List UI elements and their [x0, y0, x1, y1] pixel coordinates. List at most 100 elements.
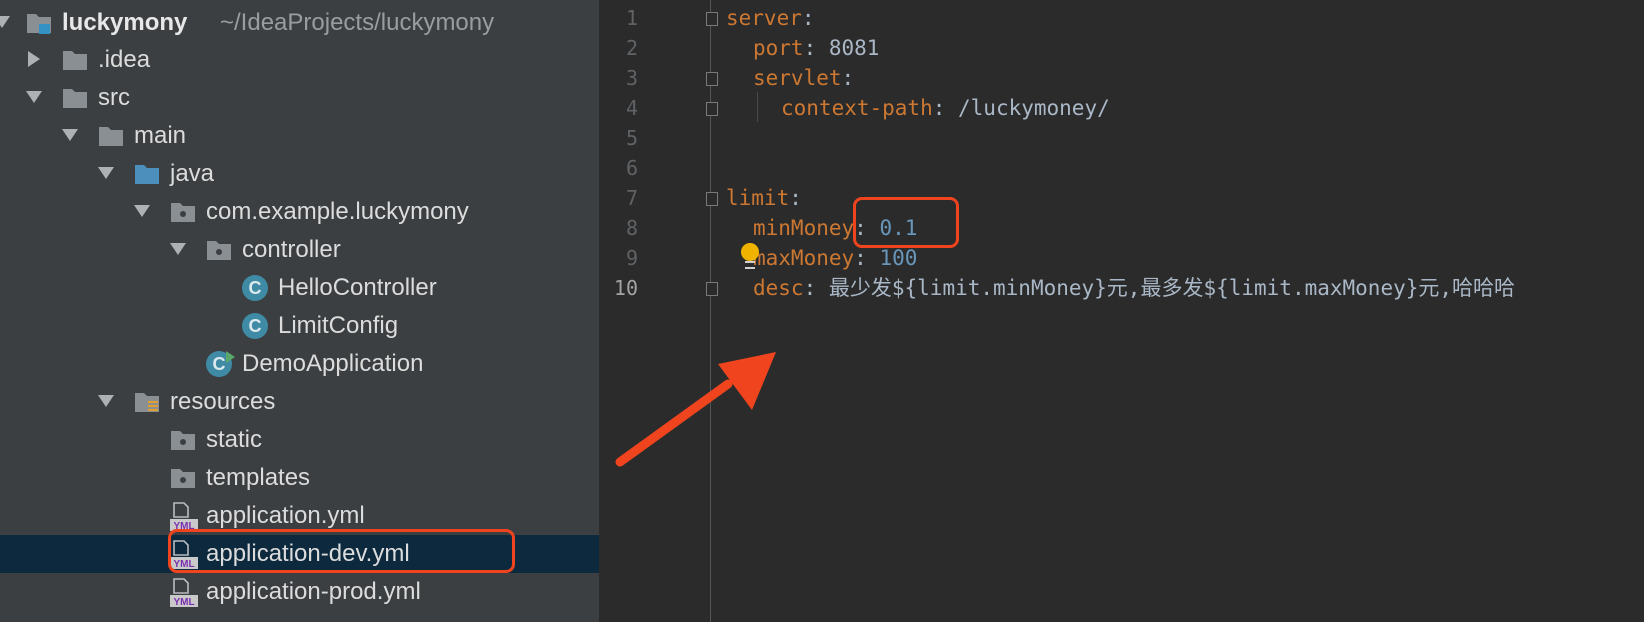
tree-item-label: templates: [206, 464, 311, 491]
lightbulb-base: [745, 261, 755, 269]
yaml-number: 100: [879, 246, 918, 270]
tree-item-label: resources: [170, 388, 276, 415]
tree-item-package-luckymony[interactable]: com.example.luckymony: [0, 193, 599, 231]
line-number: 7: [625, 186, 638, 210]
run-badge-icon: [226, 351, 235, 363]
code-line-3[interactable]: servlet:: [753, 63, 854, 93]
yaml-value: /luckymoney/: [958, 96, 1110, 120]
yaml-colon: :: [854, 246, 880, 270]
yaml-key: servlet: [753, 66, 842, 90]
tree-item-label: application.yml: [206, 502, 365, 529]
tree-item-label: src: [98, 84, 130, 111]
project-name: luckymony: [62, 9, 188, 36]
tree-item-java[interactable]: java: [0, 155, 599, 193]
tree-item-label: LimitConfig: [278, 312, 399, 339]
folder-icon: [63, 51, 87, 70]
gutter-separator: [710, 0, 711, 622]
tree-item-label: application-prod.yml: [206, 578, 421, 605]
yaml-key: minMoney: [753, 216, 855, 240]
yaml-key: context-path: [781, 96, 933, 120]
code-line-10[interactable]: desc: 最少发${limit.minMoney}元,最多发${limit.m…: [753, 273, 1515, 303]
line-number: 8: [625, 216, 638, 240]
chevron-down-icon[interactable]: [134, 205, 150, 217]
tree-item-label: HelloController: [278, 274, 437, 301]
lightbulb-icon[interactable]: [741, 243, 759, 261]
yaml-key: limit: [726, 186, 790, 210]
tree-item-templates[interactable]: templates: [0, 459, 599, 497]
line-number: 5: [625, 126, 638, 150]
fold-marker-icon[interactable]: [706, 72, 718, 86]
chevron-down-icon[interactable]: [98, 167, 114, 179]
package-icon: [207, 241, 231, 260]
chevron-right-icon[interactable]: [28, 51, 40, 67]
tree-item-label: static: [206, 426, 263, 453]
code-line-7[interactable]: limit:: [726, 183, 802, 213]
tree-item-main[interactable]: main: [0, 117, 599, 155]
class-icon: C: [242, 275, 268, 301]
annotation-highlight-box: [853, 197, 959, 248]
tree-item-label: .idea: [98, 46, 151, 73]
chevron-down-icon[interactable]: [26, 91, 42, 103]
chevron-down-icon[interactable]: [0, 16, 10, 28]
tree-root-luckymony[interactable]: luckymony ~/IdeaProjects/luckymony: [0, 4, 599, 42]
yaml-key: maxMoney: [753, 246, 855, 270]
yaml-value: 8081: [828, 36, 880, 60]
tree-item-label: com.example.luckymony: [206, 198, 469, 225]
indent-guide: [757, 92, 758, 122]
chevron-down-icon[interactable]: [62, 129, 78, 141]
yaml-colon: :: [841, 66, 855, 90]
yaml-colon: :: [932, 96, 959, 120]
class-icon: C: [242, 313, 268, 339]
chevron-down-icon[interactable]: [98, 395, 114, 407]
line-number: 6: [625, 156, 638, 180]
tree-item-label: controller: [242, 236, 341, 263]
tree-item-resources[interactable]: resources: [0, 383, 599, 421]
yaml-colon: :: [789, 186, 802, 210]
folder-icon: [171, 469, 195, 488]
fold-marker-icon[interactable]: [706, 12, 718, 26]
yml-file-icon: YML: [170, 578, 198, 608]
folder-icon: [99, 127, 123, 146]
line-number: 3: [625, 66, 638, 90]
annotation-arrow-icon: [615, 352, 776, 467]
package-icon: [171, 203, 195, 222]
project-path: ~/IdeaProjects/luckymony: [220, 9, 495, 36]
line-number-current: 10: [613, 276, 638, 300]
tree-item-src[interactable]: src: [0, 79, 599, 117]
line-number: 9: [625, 246, 638, 270]
code-line-2[interactable]: port: 8081: [753, 33, 879, 63]
annotation-highlight-box: [168, 529, 515, 573]
yaml-colon: :: [803, 36, 829, 60]
tree-item-controller[interactable]: controller: [0, 231, 599, 269]
code-line-4[interactable]: context-path: /luckymoney/: [781, 93, 1110, 123]
tree-item-application-prod-yml[interactable]: YML application-prod.yml: [0, 573, 599, 611]
tree-item-label: java: [170, 160, 215, 187]
module-folder-icon: [27, 14, 51, 34]
svg-text:YML: YML: [173, 597, 194, 608]
yaml-key: desc: [753, 276, 804, 300]
folder-icon: [63, 89, 87, 108]
tree-item-hellocontroller[interactable]: C HelloController: [0, 269, 599, 307]
line-number: 2: [625, 36, 638, 60]
fold-marker-icon[interactable]: [706, 192, 718, 206]
folder-icon: [171, 431, 195, 450]
source-folder-icon: [135, 165, 159, 184]
tree-item-limitconfig[interactable]: C LimitConfig: [0, 307, 599, 345]
yaml-value: 最少发${limit.minMoney}元,最多发${limit.maxMone…: [828, 276, 1516, 300]
fold-marker-icon[interactable]: [706, 282, 718, 296]
line-number: 1: [625, 6, 638, 30]
chevron-down-icon[interactable]: [170, 243, 186, 255]
resources-folder-icon: [135, 393, 159, 412]
yaml-key: port: [753, 36, 804, 60]
line-number: 4: [625, 96, 638, 120]
fold-marker-icon[interactable]: [706, 102, 718, 116]
tree-item-static[interactable]: static: [0, 421, 599, 459]
tree-item-idea[interactable]: .idea: [0, 41, 599, 79]
tree-item-demoapplication[interactable]: C DemoApplication: [0, 345, 599, 383]
yaml-colon: :: [803, 276, 829, 300]
code-line-1[interactable]: server:: [726, 3, 815, 33]
tree-item-label: DemoApplication: [242, 350, 424, 377]
yaml-key: server: [726, 6, 802, 30]
tree-item-label: main: [134, 122, 187, 149]
project-tree-panel: luckymony ~/IdeaProjects/luckymony .idea…: [0, 0, 599, 622]
